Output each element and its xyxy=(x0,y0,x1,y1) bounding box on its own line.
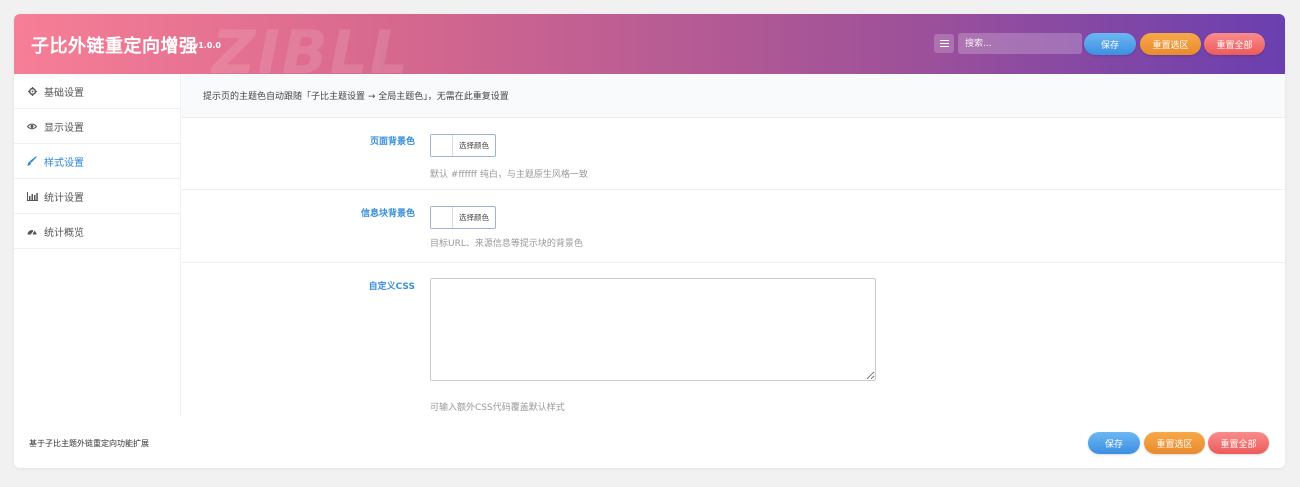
field-page-bg-color: 页面背景色 选择颜色 默认 #ffffff 纯白，与主题原生风格一致 xyxy=(182,118,1285,190)
field-info-bg-color: 信息块背景色 选择颜色 目标URL、来源信息等提示块的背景色 xyxy=(182,190,1285,263)
custom-css-textarea[interactable] xyxy=(430,278,876,381)
sidebar-item-label: 统计设置 xyxy=(44,192,84,204)
choose-color-button[interactable]: 选择颜色 xyxy=(453,207,495,228)
choose-color-button[interactable]: 选择颜色 xyxy=(453,135,495,156)
sidebar-nav: 基础设置 显示设置 样式设置 统计设置 统计概览 xyxy=(14,74,181,416)
sidebar-item-statistics[interactable]: 统计设置 xyxy=(14,179,180,214)
sidebar-item-label: 显示设置 xyxy=(44,122,84,134)
brush-icon xyxy=(26,155,38,167)
search-input[interactable] xyxy=(958,33,1082,54)
dashboard-icon xyxy=(26,225,38,237)
style-settings-content: 提示页的主题色自动跟随「子比主题设置 → 全局主题色」，无需在此重复设置 页面背… xyxy=(182,74,1285,416)
sidebar-item-basic[interactable]: 基础设置 xyxy=(14,74,180,109)
field-description: 目标URL、来源信息等提示块的背景色 xyxy=(430,239,583,249)
page-bg-color-picker[interactable]: 选择颜色 xyxy=(430,134,496,157)
plugin-title: 子比外链重定向增强 xyxy=(31,36,198,57)
theme-color-notice: 提示页的主题色自动跟随「子比主题设置 → 全局主题色」，无需在此重复设置 xyxy=(182,74,1285,118)
info-bg-color-picker[interactable]: 选择颜色 xyxy=(430,206,496,229)
sidebar-item-label: 基础设置 xyxy=(44,87,84,99)
header-reset-section-button[interactable]: 重置选区 xyxy=(1140,33,1201,55)
field-description: 默认 #ffffff 纯白，与主题原生风格一致 xyxy=(430,170,588,180)
list-icon xyxy=(939,40,949,47)
footer-reset-all-button[interactable]: 重置全部 xyxy=(1208,432,1269,454)
sidebar-item-label: 统计概览 xyxy=(44,227,84,239)
footer-reset-section-button[interactable]: 重置选区 xyxy=(1144,432,1205,454)
version-label: v1.0.0 xyxy=(193,41,221,50)
field-custom-css: 自定义CSS 可输入额外CSS代码覆盖默认样式 xyxy=(182,263,1285,416)
settings-panel: ZIBLL 子比外链重定向增强 v1.0.0 保存 重置选区 重置全部 基础设置… xyxy=(14,14,1285,468)
eye-icon xyxy=(26,120,38,132)
sidebar-item-label: 样式设置 xyxy=(44,157,84,169)
field-label: 信息块背景色 xyxy=(360,209,415,219)
panel-footer: 基于子比主题外链重定向功能扩展 保存 重置选区 重置全部 xyxy=(14,416,1285,468)
panel-header: ZIBLL 子比外链重定向增强 v1.0.0 保存 重置选区 重置全部 xyxy=(14,14,1285,74)
footer-credit: 基于子比主题外链重定向功能扩展 xyxy=(29,439,149,448)
footer-save-button[interactable]: 保存 xyxy=(1088,432,1140,454)
field-label: 自定义CSS xyxy=(368,282,415,292)
sidebar-item-style[interactable]: 样式设置 xyxy=(14,144,180,179)
menu-toggle-button[interactable] xyxy=(934,34,954,53)
field-description: 可输入额外CSS代码覆盖默认样式 xyxy=(430,403,565,413)
field-label: 页面背景色 xyxy=(369,137,415,147)
bar-chart-icon xyxy=(26,190,38,202)
sidebar-item-overview[interactable]: 统计概览 xyxy=(14,214,180,249)
header-reset-all-button[interactable]: 重置全部 xyxy=(1204,33,1265,55)
gear-icon xyxy=(26,85,38,97)
color-swatch xyxy=(431,135,453,156)
header-watermark: ZIBLL xyxy=(212,18,411,74)
header-save-button[interactable]: 保存 xyxy=(1084,33,1136,55)
sidebar-item-display[interactable]: 显示设置 xyxy=(14,109,180,144)
color-swatch xyxy=(431,207,453,228)
